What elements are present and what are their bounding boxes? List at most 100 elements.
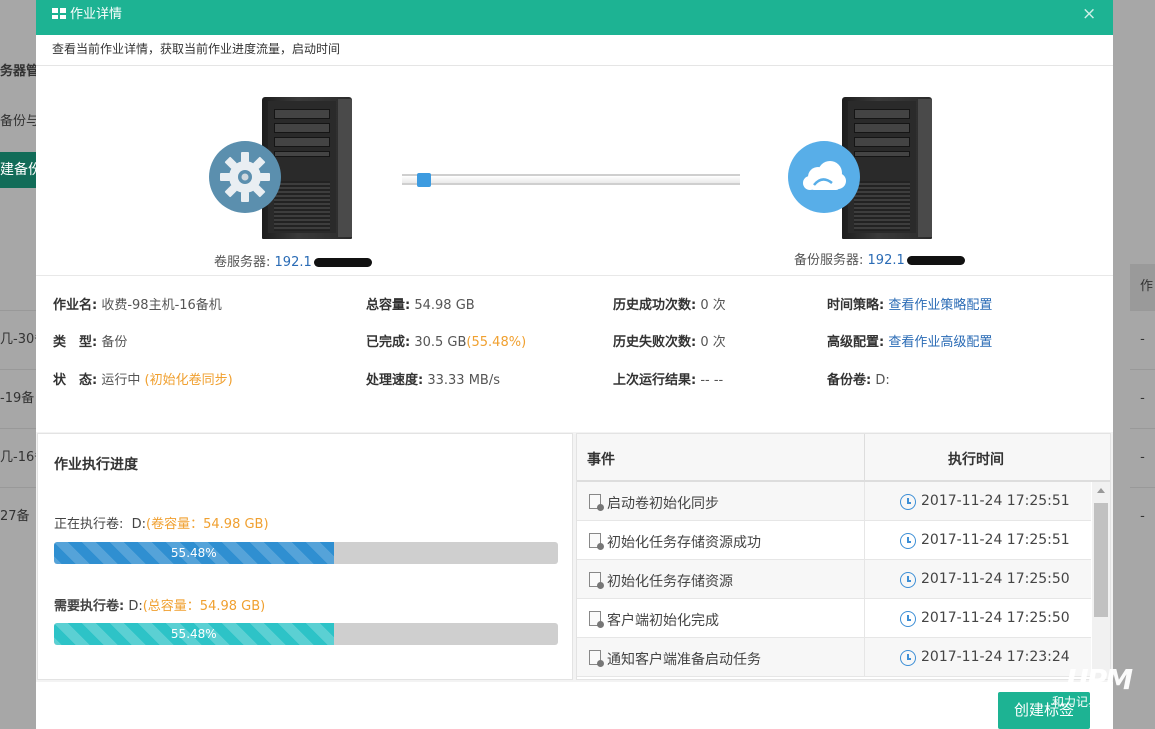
bg-row: -19备	[0, 369, 36, 427]
divider	[36, 65, 1113, 66]
col-event: 事件	[587, 452, 615, 468]
info-advanced: 高级配置: 查看作业高级配置	[827, 331, 992, 350]
clock-icon	[900, 611, 916, 627]
background-sidebar: 务器管 备份与 建备份 几-30备 -19备 几-16备 27备	[0, 0, 40, 729]
bg-title: 务器管	[0, 64, 40, 79]
bg-row: 27备	[0, 487, 36, 545]
redaction-mask	[906, 256, 965, 265]
info-fail-count: 历史失败次数: 0 次	[613, 331, 726, 350]
clock-icon	[900, 650, 916, 666]
scroll-up-icon[interactable]	[1097, 488, 1105, 493]
info-label: 类 型:	[53, 335, 98, 350]
watermark-caption: 和力记易	[1052, 695, 1101, 709]
watermark: UPM 和力记易	[1052, 663, 1154, 709]
info-label: 历史失败次数:	[613, 335, 697, 350]
info-label: 处理速度:	[366, 373, 424, 388]
current-progress-text: 55.48%	[170, 546, 217, 560]
info-label: 作业名:	[53, 298, 98, 313]
clock-icon	[900, 572, 916, 588]
info-value: 30.5 GB	[414, 335, 467, 350]
current-volume-label: 正在执行卷: D:(卷容量：54.98 GB)	[54, 517, 269, 532]
event-time: 2017-11-24 17:25:51	[921, 532, 1070, 548]
info-value: 运行中	[101, 373, 141, 388]
info-speed: 处理速度: 33.33 MB/s	[366, 369, 500, 388]
info-label: 历史成功次数:	[613, 298, 697, 313]
volume-server-ip: 192.1	[274, 255, 312, 270]
job-detail-modal: 作业详情 × 查看当前作业详情，获取当前作业进度流量，启动时间 卷服务器: 19…	[36, 0, 1113, 729]
volume-server-label: 卷服务器: 192.1	[214, 251, 372, 270]
bg-row: 几-16备	[0, 428, 36, 486]
event-time: 2017-11-24 17:23:24	[921, 649, 1070, 665]
table-row: 启动卷初始化同步 2017-11-24 17:25:51	[577, 482, 1091, 521]
info-label: 已完成:	[366, 335, 411, 350]
backup-server-caption: 备份服务器:	[794, 253, 864, 268]
cloud-icon	[788, 141, 860, 213]
needed-volume-progress: 55.48%	[54, 623, 558, 645]
info-value: 54.98 GB	[414, 298, 475, 313]
modal-title: 作业详情	[70, 7, 123, 22]
log-icon	[589, 494, 604, 511]
clock-icon	[900, 494, 916, 510]
divider	[36, 275, 1113, 276]
info-value: 备份	[101, 335, 128, 350]
transfer-link	[402, 174, 740, 185]
bg-subtitle: 备份与	[0, 114, 40, 129]
gear-icon	[209, 141, 281, 213]
info-label: 备份卷:	[827, 373, 872, 388]
info-type: 类 型: 备份	[53, 331, 127, 350]
volume-server-caption: 卷服务器:	[214, 255, 271, 270]
grid-icon	[52, 8, 66, 19]
backup-server-ip: 192.1	[867, 253, 905, 268]
event-time: 2017-11-24 17:25:50	[921, 610, 1070, 626]
info-label: 高级配置:	[827, 335, 885, 350]
event-text: 通知客户端准备启动任务	[607, 652, 761, 668]
bg-right-cell: -	[1130, 369, 1155, 427]
completed-percent: (55.48%)	[466, 335, 527, 350]
events-scrollbar[interactable]	[1092, 482, 1110, 679]
bg-row: 几-30备	[0, 310, 36, 368]
clock-icon	[900, 533, 916, 549]
info-value: 33.33 MB/s	[427, 373, 500, 388]
bg-create-backup-button: 建备份	[0, 152, 36, 188]
log-icon	[589, 572, 604, 589]
log-icon	[589, 611, 604, 628]
needed-volume-label: 需要执行卷: D:(总容量：54.98 GB)	[54, 599, 266, 614]
info-last-result: 上次运行结果: -- --	[613, 369, 723, 388]
event-text: 客户端初始化完成	[607, 613, 719, 629]
info-value: 收费-98主机-16备机	[101, 298, 222, 313]
bg-right-cell: -	[1130, 428, 1155, 486]
info-backup-volume: 备份卷: D:	[827, 369, 890, 388]
backup-server-label: 备份服务器: 192.1	[794, 249, 965, 268]
modal-subtitle: 查看当前作业详情，获取当前作业进度流量，启动时间	[52, 42, 341, 56]
view-policy-link[interactable]: 查看作业策略配置	[888, 298, 992, 313]
watermark-logo: UPM	[1066, 663, 1133, 696]
info-value: -- --	[700, 373, 724, 388]
scroll-thumb[interactable]	[1094, 503, 1108, 617]
info-total-capacity: 总容量: 54.98 GB	[366, 294, 475, 313]
background-right-column: 作 - - - -	[1112, 0, 1155, 729]
info-time-policy: 时间策略: 查看作业策略配置	[827, 294, 992, 313]
close-icon[interactable]: ×	[1082, 4, 1096, 24]
event-time: 2017-11-24 17:25:50	[921, 571, 1070, 587]
events-panel: 事件 执行时间 启动卷初始化同步 2017-11-24 17:25:51 初始化…	[576, 433, 1111, 680]
info-label: 状 态:	[53, 373, 98, 388]
bg-right-cell: -	[1130, 487, 1155, 545]
events-table-body: 启动卷初始化同步 2017-11-24 17:25:51 初始化任务存储资源成功…	[577, 482, 1091, 679]
status-detail: (初始化卷同步)	[144, 373, 233, 388]
transfer-indicator	[417, 173, 431, 187]
info-job-name: 作业名: 收费-98主机-16备机	[53, 294, 222, 313]
table-row: 通知客户端准备启动任务 2017-11-24 17:23:24	[577, 638, 1091, 677]
info-value: 0 次	[700, 335, 726, 350]
info-label: 总容量:	[366, 298, 411, 313]
event-text: 启动卷初始化同步	[607, 496, 719, 512]
event-time: 2017-11-24 17:25:51	[921, 493, 1070, 509]
event-text: 初始化任务存储资源成功	[607, 535, 761, 551]
view-advanced-link[interactable]: 查看作业高级配置	[888, 335, 992, 350]
info-value: 0 次	[700, 298, 726, 313]
info-status: 状 态: 运行中 (初始化卷同步)	[53, 369, 233, 388]
info-success-count: 历史成功次数: 0 次	[613, 294, 726, 313]
progress-heading: 作业执行进度	[54, 457, 138, 473]
event-text: 初始化任务存储资源	[607, 574, 733, 590]
table-row: 初始化任务存储资源 2017-11-24 17:25:50	[577, 560, 1091, 599]
needed-progress-text: 55.48%	[170, 627, 217, 641]
